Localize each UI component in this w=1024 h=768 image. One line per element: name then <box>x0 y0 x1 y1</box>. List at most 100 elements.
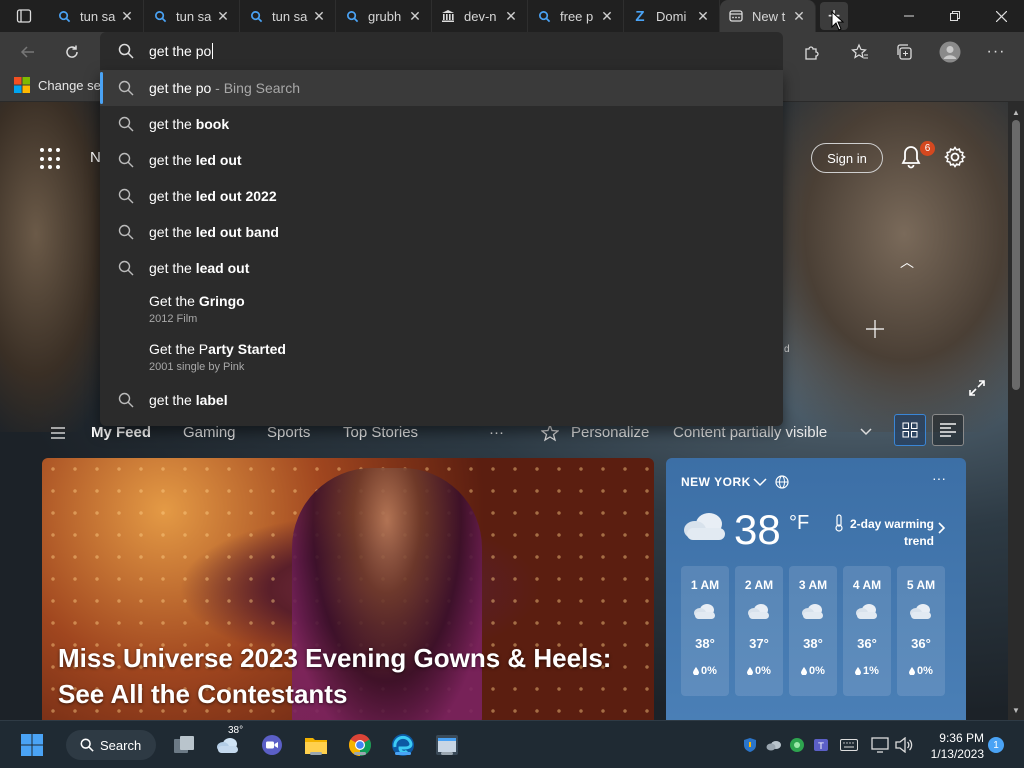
suggestion-item[interactable]: get the book <box>100 106 783 142</box>
cloud-tray-icon[interactable] <box>765 736 783 754</box>
browser-tab[interactable]: Z Domi ✕ <box>624 0 720 32</box>
tab-close-button[interactable]: ✕ <box>695 8 711 24</box>
weather-city[interactable]: NEW YORK <box>681 475 751 489</box>
task-view-button[interactable] <box>170 731 198 759</box>
scroll-down-arrow-icon[interactable]: ▼ <box>1008 702 1024 718</box>
teams-tray-icon[interactable]: T <box>812 736 830 754</box>
feed-tab-my-feed[interactable]: My Feed <box>91 424 151 441</box>
suggestion-item[interactable]: get the led out 2022 <box>100 178 783 214</box>
suggestion-item[interactable]: get the label <box>100 382 783 418</box>
file-explorer-button[interactable] <box>302 731 330 759</box>
tab-close-button[interactable]: ✕ <box>503 8 519 24</box>
browser-tab[interactable]: tun sa ✕ <box>48 0 144 32</box>
forecast-hour: 5 AM <box>906 578 936 592</box>
teams-chat-button[interactable] <box>258 731 286 759</box>
feed-tab-sports[interactable]: Sports <box>267 424 310 441</box>
taskbar-clock[interactable]: 9:36 PM 1/13/2023 <box>914 730 984 762</box>
hourly-forecast-item[interactable]: 2 AM 37° 0% <box>735 566 783 696</box>
sign-in-button[interactable]: Sign in <box>811 143 883 173</box>
browser-tab[interactable]: tun sa ✕ <box>144 0 240 32</box>
browser-tab[interactable]: dev-n ✕ <box>432 0 528 32</box>
tab-close-button[interactable]: ✕ <box>407 8 423 24</box>
globe-icon[interactable] <box>775 475 789 489</box>
weather-card[interactable]: NEW YORK ··· 38 °F 2-day warming trend 1… <box>666 458 966 720</box>
profile-button[interactable] <box>935 37 965 67</box>
suggestion-item[interactable]: get the lead out <box>100 250 783 286</box>
app-button[interactable] <box>433 731 461 759</box>
feed-tab-gaming[interactable]: Gaming <box>183 424 236 441</box>
hero-headline[interactable]: Miss Universe 2023 Evening Gowns & Heels… <box>58 640 638 712</box>
address-bar[interactable]: get the po <box>100 32 783 70</box>
tab-close-button[interactable]: ✕ <box>791 8 807 24</box>
tab-close-button[interactable]: ✕ <box>119 8 135 24</box>
notification-center-badge[interactable]: 1 <box>988 737 1004 753</box>
refresh-button[interactable] <box>57 37 87 67</box>
gear-icon[interactable] <box>943 145 967 169</box>
temperature-unit[interactable]: °F <box>789 512 809 535</box>
page-scrollbar[interactable]: ▲ ▼ <box>1008 102 1024 720</box>
suggestion-item[interactable]: get the led out band <box>100 214 783 250</box>
hamburger-menu-icon[interactable] <box>51 427 65 439</box>
tab-close-button[interactable]: ✕ <box>311 8 327 24</box>
suggestion-item-entity[interactable]: Get the Gringo 2012 Film <box>100 286 783 334</box>
browser-tab[interactable]: grubh ✕ <box>336 0 432 32</box>
forecast-precip: 0% <box>693 665 717 677</box>
weather-more-button[interactable]: ··· <box>932 470 946 486</box>
grid-view-button[interactable] <box>894 414 926 446</box>
scrollbar-thumb[interactable] <box>1012 120 1020 390</box>
minimize-button[interactable] <box>886 0 932 32</box>
settings-more-button[interactable]: ··· <box>981 37 1011 67</box>
tab-actions-button[interactable] <box>0 0 48 32</box>
chevron-down-icon[interactable] <box>753 478 767 487</box>
suggestion-item[interactable]: get the led out <box>100 142 783 178</box>
content-visibility-dropdown[interactable]: Content partially visible <box>673 424 827 441</box>
hourly-forecast-item[interactable]: 3 AM 38° 0% <box>789 566 837 696</box>
back-button[interactable] <box>13 37 43 67</box>
volume-tray-icon[interactable] <box>895 736 913 754</box>
tab-close-button[interactable]: ✕ <box>215 8 231 24</box>
window-controls <box>886 0 1024 32</box>
list-view-button[interactable] <box>932 414 964 446</box>
scroll-up-arrow-icon[interactable]: ▲ <box>1008 104 1024 120</box>
collections-button[interactable] <box>889 37 919 67</box>
suggestion-text: get the label <box>149 392 228 408</box>
tab-actions-icon <box>16 9 32 23</box>
hourly-forecast-item[interactable]: 5 AM 36° 0% <box>897 566 945 696</box>
suggestion-item-entity[interactable]: Get the Party Started 2001 single by Pin… <box>100 334 783 382</box>
tab-label: grubh <box>368 8 402 24</box>
chevron-right-icon[interactable] <box>938 522 946 534</box>
extensions-button[interactable] <box>796 37 826 67</box>
taskbar-search-label: Search <box>100 737 142 753</box>
browser-tab[interactable]: tun sa ✕ <box>240 0 336 32</box>
app-launcher-button[interactable] <box>40 148 62 170</box>
display-tray-icon[interactable] <box>871 736 889 754</box>
favorite-item[interactable]: Change sec <box>14 77 107 93</box>
browser-tab[interactable]: free p ✕ <box>528 0 624 32</box>
keyboard-tray-icon[interactable] <box>840 736 858 754</box>
restore-button[interactable] <box>932 0 978 32</box>
suggestion-completion: label <box>195 392 228 408</box>
app-tray-icon[interactable] <box>788 736 806 754</box>
favorites-button[interactable] <box>845 37 875 67</box>
weather-trend[interactable]: 2-day warming trend <box>849 516 934 550</box>
address-bar-query[interactable]: get the po <box>149 43 214 59</box>
edge-button[interactable] <box>389 731 417 759</box>
taskbar-search-button[interactable]: Search <box>66 730 156 760</box>
suggestion-item[interactable]: get the po - Bing Search <box>100 70 783 106</box>
tab-close-button[interactable]: ✕ <box>599 8 615 24</box>
collapse-chevron-icon[interactable]: ︿ <box>900 252 914 272</box>
hourly-forecast-item[interactable]: 1 AM 38° 0% <box>681 566 729 696</box>
feed-more-button[interactable]: ··· <box>489 424 504 441</box>
start-button[interactable] <box>18 731 46 759</box>
hourly-forecast-item[interactable]: 4 AM 36° 1% <box>843 566 891 696</box>
chevron-down-icon[interactable] <box>860 428 872 436</box>
widgets-button[interactable]: 38° <box>214 725 243 759</box>
hero-news-card[interactable]: Miss Universe 2023 Evening Gowns & Heels… <box>42 458 654 720</box>
chrome-button[interactable] <box>346 731 374 759</box>
personalize-button[interactable]: Personalize <box>571 424 649 441</box>
close-window-button[interactable] <box>978 0 1024 32</box>
expand-icon[interactable] <box>968 379 986 397</box>
browser-tab-active[interactable]: New t ✕ <box>720 0 816 32</box>
defender-tray-icon[interactable] <box>741 736 759 754</box>
feed-tab-top-stories[interactable]: Top Stories <box>343 424 418 441</box>
